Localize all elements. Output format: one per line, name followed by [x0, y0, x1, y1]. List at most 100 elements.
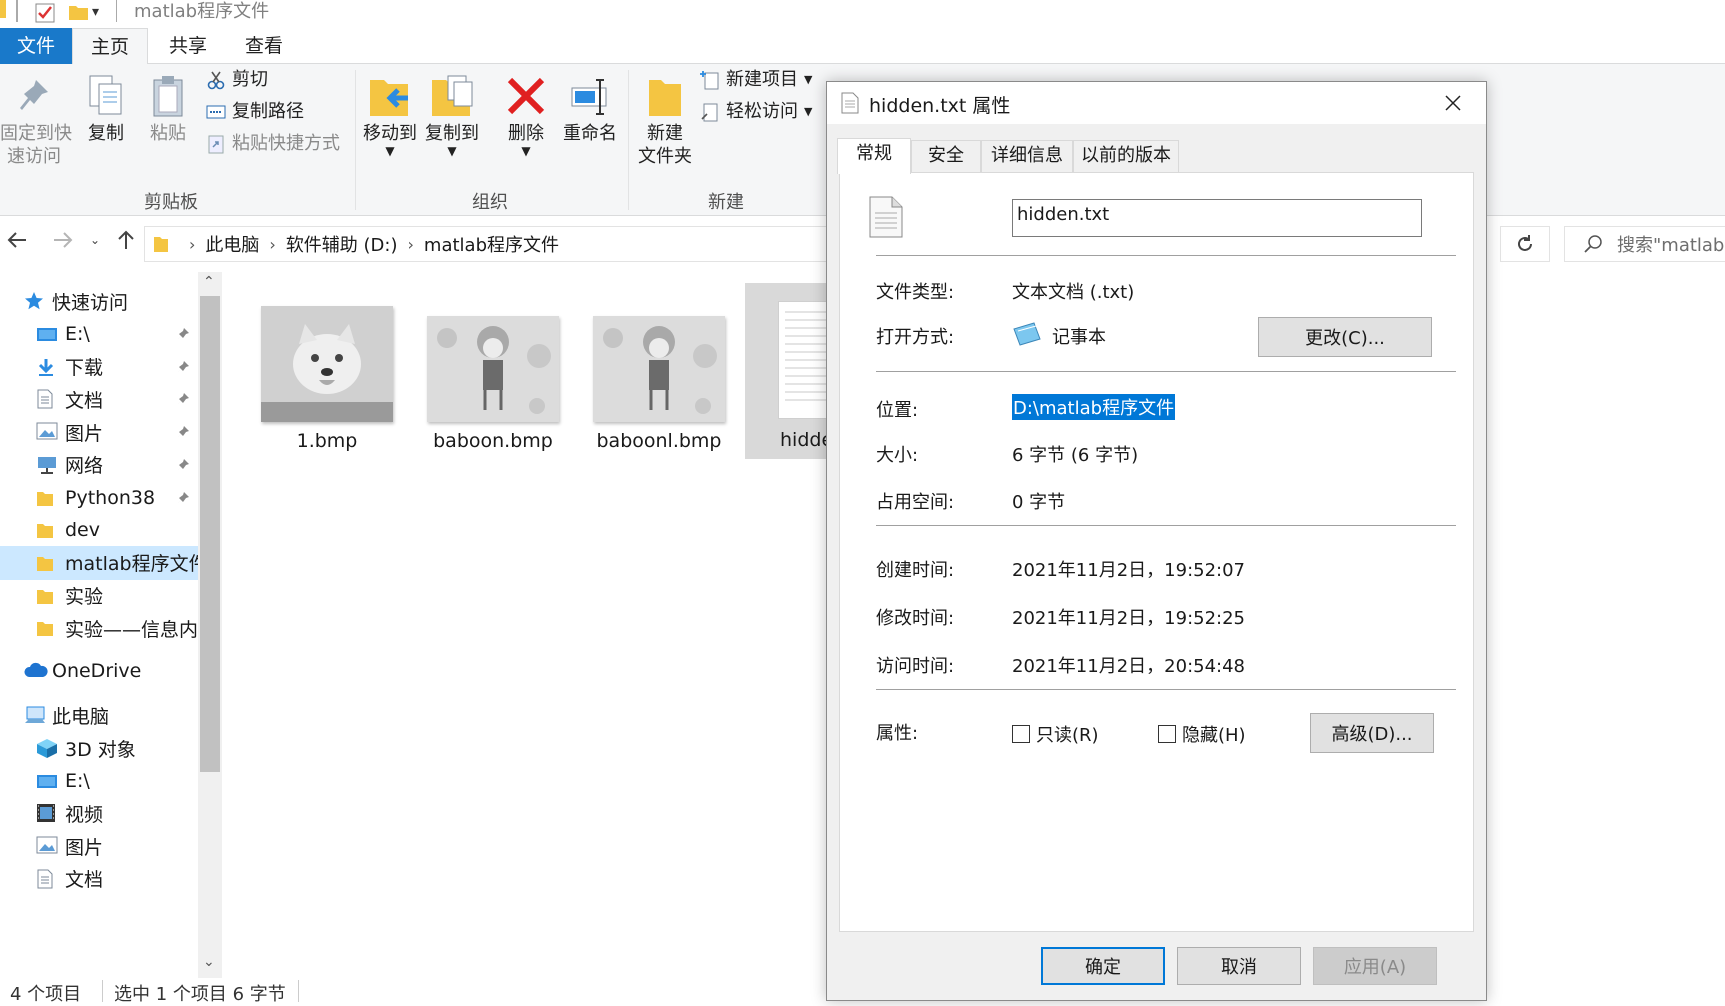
nav-item[interactable]: E:\ [0, 317, 198, 351]
advanced-button[interactable]: 高级(D)... [1310, 713, 1434, 753]
breadcrumb-drive-d[interactable]: 软件辅助 (D:) [286, 231, 398, 257]
nav-item[interactable]: 文档 [0, 382, 198, 416]
folder-icon [36, 618, 54, 638]
ribbon-separator [628, 70, 629, 210]
back-arrow-icon[interactable] [6, 230, 28, 250]
pin-icon[interactable] [176, 491, 190, 505]
customize-quick-access-icon[interactable]: ▾ [92, 4, 99, 20]
hidden-checkbox[interactable]: 隐藏(H) [1158, 721, 1246, 747]
new-item-dropdown-icon: ▼ [804, 73, 813, 86]
tab-general[interactable]: 常规 [837, 138, 911, 174]
rename-label: 重命名 [563, 123, 617, 144]
pin-label-line1: 固定到快 [0, 123, 72, 144]
properties-check-icon[interactable] [34, 2, 56, 24]
tab-file[interactable]: 文件 [0, 28, 72, 64]
nav-item[interactable]: 网络 [0, 448, 198, 482]
nav-item[interactable]: 3D 对象 [0, 731, 198, 765]
rename-button[interactable]: 重命名 [558, 74, 622, 145]
nav-item[interactable]: 视频 [0, 796, 198, 830]
recent-locations-chevron-icon[interactable]: ⌄ [90, 233, 100, 247]
nav-item[interactable]: 文档 [0, 862, 198, 896]
readonly-checkbox[interactable]: 只读(R) [1012, 721, 1099, 747]
breadcrumb-chevron-icon[interactable]: › [189, 235, 195, 254]
easy-access-dropdown-icon: ▼ [804, 105, 813, 118]
tab-previous-versions[interactable]: 以前的版本 [1073, 140, 1179, 172]
size-label: 大小: [876, 445, 919, 466]
readonly-label: 只读(R) [1036, 725, 1099, 746]
nav-item[interactable]: E:\ [0, 764, 198, 798]
cut-button[interactable]: 剪切 [206, 66, 268, 94]
document-icon [36, 869, 54, 889]
nav-item[interactable]: 图片 [0, 415, 198, 449]
nav-item[interactable]: 下载 [0, 350, 198, 384]
filename-input[interactable]: hidden.txt [1012, 199, 1422, 237]
copy-to-label: 复制到 [425, 123, 479, 144]
paste-button[interactable]: 粘贴 [140, 74, 196, 145]
search-icon [1583, 234, 1603, 254]
tab-view[interactable]: 查看 [226, 28, 302, 64]
nav-item[interactable]: matlab程序文件 [0, 545, 198, 580]
search-input[interactable]: 搜索"matlab [1564, 226, 1725, 262]
nav-item[interactable]: Python38 [0, 481, 198, 515]
nav-item[interactable]: 实验 [0, 579, 198, 613]
copy-to-button[interactable]: 复制到 ▼ [424, 74, 480, 157]
tab-home[interactable]: 主页 [72, 28, 148, 65]
tab-details[interactable]: 详细信息 [981, 140, 1073, 172]
copy-path-button[interactable]: 复制路径 [206, 98, 304, 126]
nav-this-pc[interactable]: 此电脑 [0, 698, 198, 732]
forward-arrow-icon[interactable] [52, 230, 74, 250]
file-item-selected[interactable]: hidde [745, 283, 833, 459]
large-text-file-icon [868, 195, 904, 239]
new-folder-quick-icon[interactable] [68, 2, 90, 22]
move-to-dropdown-icon: ▼ [385, 144, 395, 158]
new-item-button[interactable]: 新建项目 ▼ [700, 66, 812, 94]
change-button[interactable]: 更改(C)... [1258, 317, 1432, 357]
breadcrumb-chevron-icon[interactable]: › [269, 235, 275, 254]
attributes-label: 属性: [876, 723, 919, 744]
file-item[interactable]: baboon.bmp [418, 316, 568, 452]
up-arrow-icon[interactable] [116, 229, 136, 251]
file-name: 1.bmp [296, 430, 358, 452]
nav-quick-access[interactable]: 快速访问 [0, 284, 198, 318]
nav-item[interactable]: dev [0, 513, 198, 547]
breadcrumb-chevron-icon[interactable]: › [408, 235, 414, 254]
close-button[interactable] [1437, 90, 1469, 116]
tab-security[interactable]: 安全 [911, 140, 981, 172]
dog-image-thumbnail [261, 306, 393, 422]
pin-icon[interactable] [176, 392, 190, 406]
scroll-up-icon[interactable]: ⌃ [203, 274, 215, 290]
pin-icon[interactable] [176, 360, 190, 374]
easy-access-button[interactable]: 轻松访问 ▼ [700, 98, 812, 126]
nav-item[interactable]: 实验——信息内: [0, 611, 198, 645]
readonly-checkbox-box[interactable] [1012, 725, 1030, 743]
nav-item-label: 3D 对象 [65, 738, 136, 761]
hidden-checkbox-box[interactable] [1158, 725, 1176, 743]
new-folder-button[interactable]: 新建 文件夹 [632, 74, 698, 168]
ok-button[interactable]: 确定 [1041, 947, 1165, 985]
copy-to-dropdown-icon: ▼ [447, 144, 457, 158]
file-item[interactable]: 1.bmp [252, 306, 402, 452]
location-value[interactable]: D:\matlab程序文件 [1012, 394, 1176, 420]
nav-onedrive[interactable]: OneDrive [0, 654, 198, 688]
pin-icon[interactable] [176, 425, 190, 439]
scrollbar-thumb[interactable] [200, 296, 220, 772]
pin-icon[interactable] [176, 327, 190, 341]
breadcrumb-this-pc[interactable]: 此电脑 [205, 231, 259, 257]
nav-item-label: 视频 [65, 803, 104, 826]
nav-item[interactable]: 图片 [0, 829, 198, 863]
cloud-icon [24, 661, 48, 679]
scroll-down-icon[interactable]: ⌄ [203, 954, 215, 970]
delete-button[interactable]: 删除 ▼ [498, 74, 554, 157]
apply-button[interactable]: 应用(A) [1313, 947, 1437, 985]
paste-shortcut-button[interactable]: 粘贴快捷方式 [206, 130, 340, 158]
pin-to-quick-access-button[interactable]: 固定到快 速访问 [0, 74, 72, 168]
copy-button[interactable]: 复制 [78, 74, 134, 145]
move-to-button[interactable]: 移动到 ▼ [362, 74, 418, 157]
breadcrumb-matlab-folder[interactable]: matlab程序文件 [424, 231, 559, 257]
accessed-label: 访问时间: [876, 656, 955, 677]
file-item[interactable]: baboonl.bmp [584, 316, 734, 452]
cancel-button[interactable]: 取消 [1177, 947, 1301, 985]
tab-share[interactable]: 共享 [150, 28, 226, 64]
refresh-button[interactable] [1500, 226, 1550, 262]
pin-icon[interactable] [176, 458, 190, 472]
